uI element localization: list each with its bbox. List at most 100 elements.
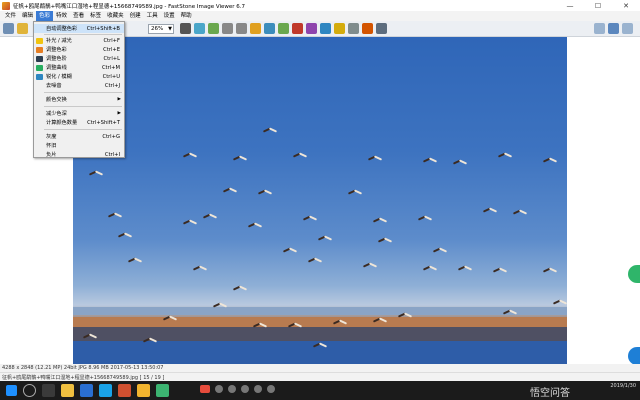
menu-favorites[interactable]: 收藏夹 [104,11,127,21]
faststone-taskbar-icon[interactable] [118,384,131,397]
bird-wing [498,267,508,273]
bird [107,212,123,218]
menu-color[interactable]: 色彩 [36,11,54,21]
color-menu: 自动调整色彩 Ctrl+Shift+B 补光 / 减光 Ctrl+F 调整色彩 … [33,21,125,158]
bird-wing [338,319,348,325]
date-text: 2019/1/30 [610,383,636,389]
resize-icon[interactable] [278,23,289,34]
photoshop-icon[interactable] [99,384,112,397]
fit-icon[interactable] [194,23,205,34]
windows-start-icon[interactable] [6,385,17,396]
chrome-icon[interactable] [137,384,150,397]
menu-effects[interactable]: 特效 [53,11,70,21]
menu-item-swap-colors[interactable]: 颜色交换 ▶ [34,95,124,104]
menu-item-curves[interactable]: 调整曲线 Ctrl+M [34,63,124,72]
menu-settings[interactable]: 设置 [161,11,178,21]
menu-tools[interactable]: 工具 [144,11,161,21]
file-path-text: 征帆+鸥尾鹬鶺+鸭嘴江口湿地+程显德+15668749589.jpg [ 15 … [2,374,165,381]
chevron-right-icon: ▶ [117,111,121,116]
bird [372,317,388,323]
actual-size-icon[interactable] [208,23,219,34]
crop-icon[interactable] [264,23,275,34]
menu-separator [44,92,122,93]
bird-wing [463,265,473,271]
menu-item-sepia[interactable]: 怀旧 [34,141,124,150]
tray-icon[interactable] [254,385,262,393]
layout-3-icon[interactable] [622,23,633,34]
rotate-left-icon[interactable] [222,23,233,34]
hand-icon[interactable] [180,23,191,34]
menu-item-sharpen[interactable]: 锐化 / 模糊 Ctrl+U [34,72,124,81]
maximize-button[interactable]: ☐ [584,0,612,11]
minimize-button[interactable]: — [556,0,584,11]
menu-item-lighting[interactable]: 补光 / 减光 Ctrl+F [34,36,124,45]
bird [252,322,268,328]
bird [552,299,567,305]
bird-wing [428,157,438,163]
tray-icon[interactable] [228,385,236,393]
menu-create[interactable]: 创建 [127,11,144,21]
bird-wing [503,152,513,158]
menu-item-negative[interactable]: 负片 Ctrl+I [34,150,124,159]
email-icon[interactable] [334,23,345,34]
bird [502,309,518,315]
bird [317,235,333,241]
search-icon[interactable] [23,384,36,397]
side-widget-icon[interactable] [628,265,640,283]
rotate-right-icon[interactable] [236,23,247,34]
bird [542,157,558,163]
menu-item-grayscale[interactable]: 灰度 Ctrl+G [34,132,124,141]
menu-file[interactable]: 文件 [2,11,19,21]
bird-wing [218,302,228,308]
wallpaper-icon[interactable] [362,23,373,34]
system-clock[interactable]: 2019/1/30 [610,383,636,390]
layout-buttons [594,23,636,34]
zoom-select[interactable]: 26% ▼ [148,24,174,34]
folder-icon[interactable] [17,23,28,34]
menu-tags[interactable]: 标签 [87,11,104,21]
tray-icon[interactable] [267,385,275,393]
input-method-icon[interactable] [200,385,210,393]
menu-separator [44,106,122,107]
bird-wing [94,170,104,176]
bird-wing [148,337,158,343]
bird-wing [228,187,238,193]
bird-wing [253,222,263,228]
info-icon[interactable] [376,23,387,34]
bird [312,342,328,348]
menu-item-auto-color[interactable]: 自动调整色彩 Ctrl+Shift+B [34,24,124,33]
menu-item-denoise[interactable]: 去噪音 Ctrl+J [34,81,124,90]
close-button[interactable]: ✕ [612,0,640,11]
slideshow-icon[interactable] [250,23,261,34]
path-bar: 征帆+鸥尾鹬鶺+鸭嘴江口湿地+程显德+15668749589.jpg [ 15 … [0,372,640,381]
compare-icon[interactable] [320,23,331,34]
print-icon[interactable] [348,23,359,34]
draw-icon[interactable] [306,23,317,34]
menu-view[interactable]: 查看 [70,11,87,21]
menu-item-reduce-depth[interactable]: 减少色深 ▶ [34,109,124,118]
chevron-right-icon: ▶ [117,97,121,102]
app-icon-green[interactable] [156,384,169,397]
microphone-icon[interactable] [241,385,249,393]
menu-separator [44,34,122,35]
bird-wing [88,333,98,339]
edge-icon[interactable] [80,384,93,397]
menu-item-levels[interactable]: 调整色阶 Ctrl+L [34,54,124,63]
menu-item-count-colors[interactable]: 计算颜色数量 Ctrl+Shift+T [34,118,124,127]
layout-1-icon[interactable] [594,23,605,34]
bird-wing [488,207,498,213]
bird-wing [438,247,448,253]
side-assist-icon[interactable] [628,347,640,365]
browser-icon[interactable] [3,23,14,34]
file-explorer-icon[interactable] [61,384,74,397]
bird [182,219,198,225]
redeye-icon[interactable] [292,23,303,34]
layout-2-icon[interactable] [608,23,619,34]
menu-help[interactable]: 帮助 [178,11,195,21]
tray-icon[interactable] [215,385,223,393]
bird-wing [123,232,133,238]
menu-edit[interactable]: 编辑 [19,11,36,21]
task-view-icon[interactable] [42,384,55,397]
bird [192,265,208,271]
menu-item-adjust-color[interactable]: 调整色彩 Ctrl+E [34,45,124,54]
